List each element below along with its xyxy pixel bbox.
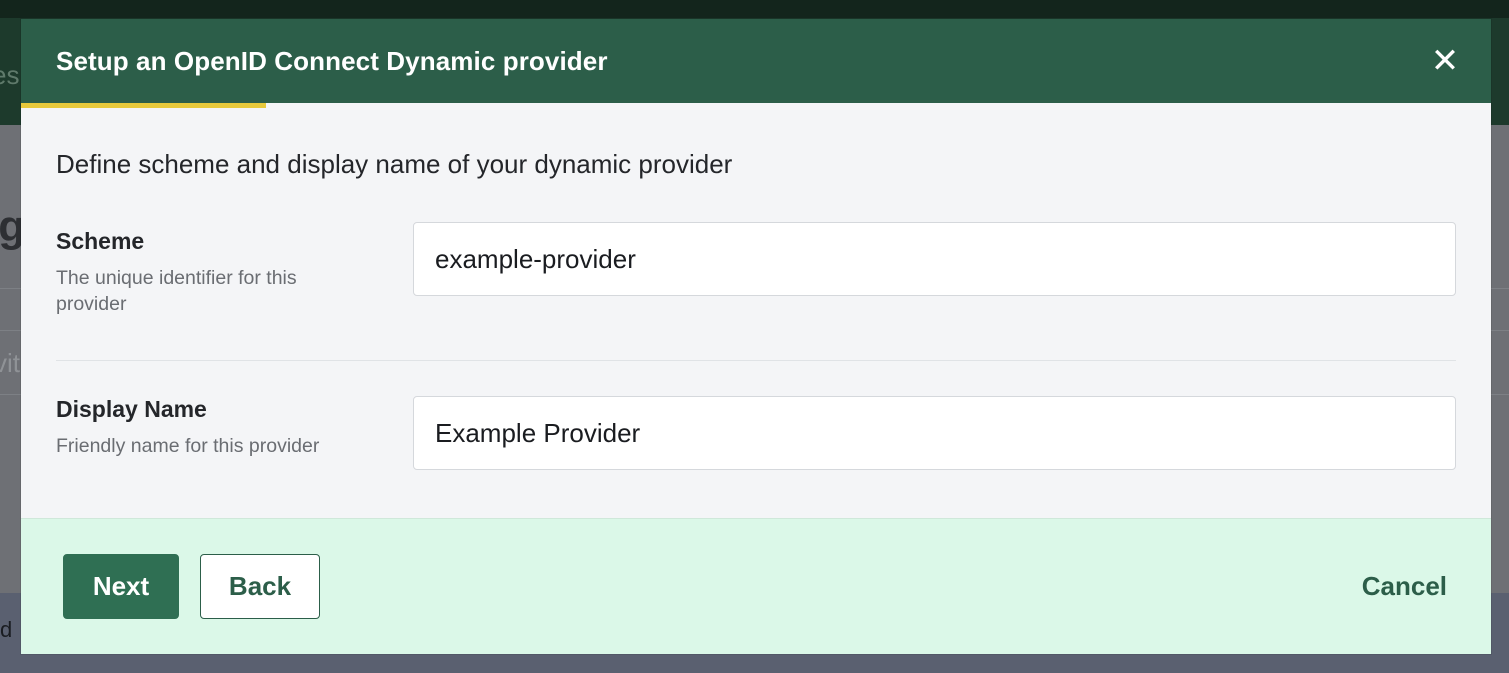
display-name-help-text: Friendly name for this provider	[56, 435, 320, 457]
scheme-row: Scheme The unique identifier for this pr…	[56, 222, 1456, 361]
wizard-progress-bar	[21, 103, 267, 108]
back-button[interactable]: Back	[200, 554, 320, 619]
scheme-label: Scheme	[56, 228, 145, 254]
wizard-progress-track	[21, 103, 1491, 108]
close-button[interactable]: ✕	[1429, 42, 1461, 80]
display-name-label: Display Name	[56, 396, 207, 422]
modal-title: Setup an OpenID Connect Dynamic provider	[56, 45, 608, 76]
modal-footer: Next Back Cancel	[21, 518, 1491, 654]
cancel-button[interactable]: Cancel	[1362, 554, 1447, 619]
scheme-help-text: The unique identifier for this provider	[56, 267, 297, 315]
scheme-input[interactable]	[413, 222, 1456, 296]
step-description: Define scheme and display name of your d…	[56, 149, 733, 179]
display-name-row: Display Name Friendly name for this prov…	[56, 361, 1456, 470]
modal-body: Define scheme and display name of your d…	[21, 103, 1491, 518]
next-button[interactable]: Next	[63, 554, 179, 619]
provider-setup-modal: Setup an OpenID Connect Dynamic provider…	[21, 19, 1491, 654]
background-topbar	[0, 0, 1509, 18]
background-banner-text: d	[0, 617, 13, 642]
display-name-input-wrapper	[413, 396, 1456, 470]
scheme-input-wrapper	[413, 222, 1456, 296]
background-search-text: vit	[0, 348, 20, 378]
close-icon: ✕	[1430, 42, 1460, 80]
scheme-label-group: Scheme The unique identifier for this pr…	[56, 228, 413, 317]
display-name-input[interactable]	[413, 396, 1456, 470]
display-name-label-group: Display Name Friendly name for this prov…	[56, 396, 413, 459]
background-header-text: es	[0, 60, 20, 90]
modal-header: Setup an OpenID Connect Dynamic provider…	[21, 19, 1491, 108]
